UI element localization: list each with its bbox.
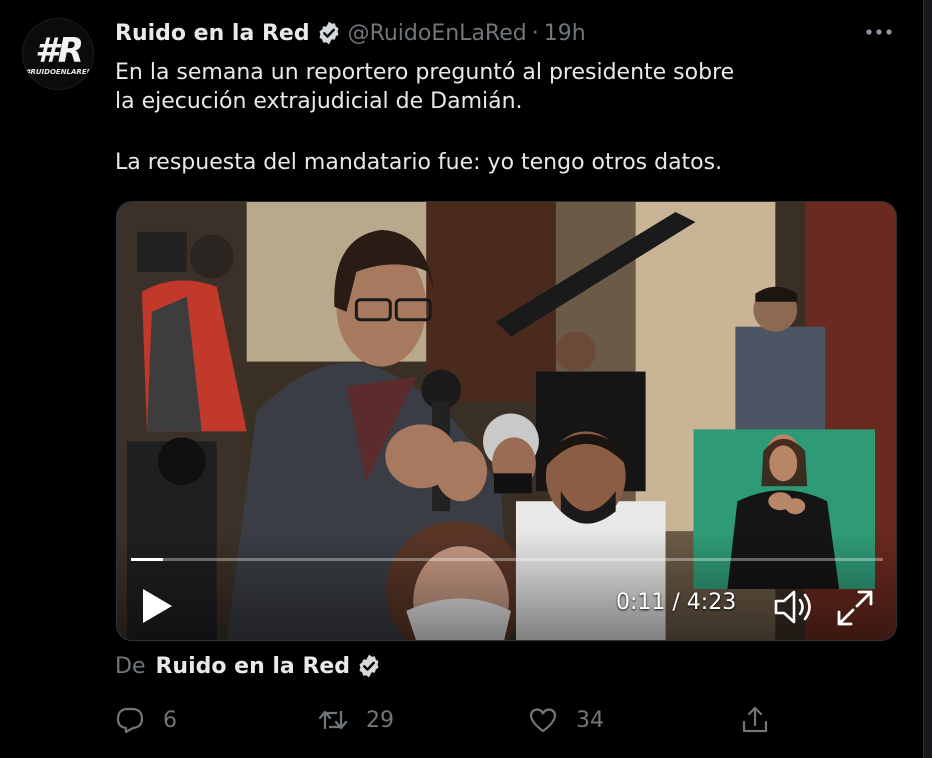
tweet-text-line: La respuesta del mandatario fue: yo teng… (115, 150, 723, 175)
retweet-icon (318, 710, 348, 730)
avatar-logo-subtext: #RUIDOENLARED (25, 68, 93, 76)
tweet-text-line: En la semana un reportero preguntó al pr… (115, 60, 735, 85)
tweet-text-line: la ejecución extrajudicial de Damián. (115, 89, 523, 114)
play-icon[interactable] (139, 586, 175, 626)
more-dots-icon[interactable] (864, 26, 894, 38)
tweet-text: En la semana un reportero preguntó al pr… (115, 58, 915, 177)
like-icon (529, 708, 557, 733)
reply-button[interactable]: 6 (115, 700, 177, 740)
separator-dot: · (531, 20, 539, 46)
share-icon (742, 706, 768, 733)
volume-icon[interactable] (772, 588, 816, 626)
verified-badge-icon (319, 21, 339, 45)
video-attribution: De Ruido en la Red (115, 651, 382, 681)
like-button[interactable]: 34 (528, 700, 604, 740)
tweet-header: Ruido en la Red @RuidoEnLaRed · 19h (115, 17, 586, 49)
timeline-column-border (923, 0, 932, 758)
share-button[interactable] (740, 700, 770, 740)
tweet-actions: 6 29 34 (0, 700, 932, 740)
verified-badge-icon (359, 654, 379, 678)
video-progress-bar[interactable] (131, 558, 883, 561)
video-timecode: 0:11 / 4:23 (616, 590, 737, 615)
attribution-name[interactable]: Ruido en la Red (155, 654, 350, 679)
avatar-logo-text: #R (35, 31, 84, 71)
video-progress-fill (131, 558, 164, 561)
retweet-button[interactable]: 29 (318, 700, 394, 740)
video-frame (117, 202, 896, 640)
like-count: 34 (576, 707, 604, 733)
timestamp[interactable]: 19h (544, 21, 586, 46)
video-player[interactable]: 0:11 / 4:23 (116, 201, 897, 641)
reply-icon (116, 707, 144, 734)
handle[interactable]: @RuidoEnLaRed (348, 21, 527, 46)
attribution-prefix: De (115, 653, 146, 679)
avatar[interactable]: #R #RUIDOENLARED (22, 18, 94, 90)
reply-count: 6 (163, 707, 177, 733)
display-name[interactable]: Ruido en la Red (115, 21, 310, 46)
fullscreen-icon[interactable] (835, 588, 875, 628)
retweet-count: 29 (366, 707, 394, 733)
